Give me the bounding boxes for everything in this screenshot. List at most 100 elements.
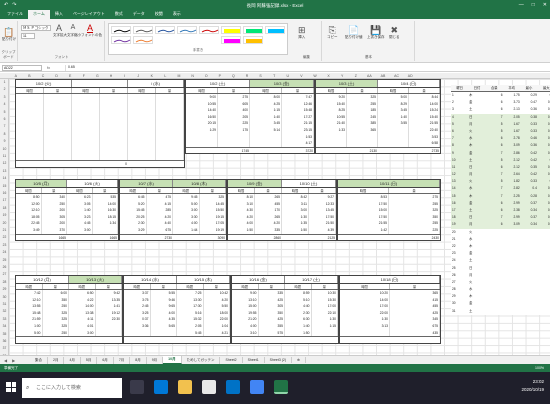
date-header[interactable]: 10/4 (日) bbox=[378, 80, 440, 87]
cell[interactable]: 8:29 bbox=[378, 100, 409, 108]
sub-header[interactable]: 時間 bbox=[16, 88, 44, 93]
total-cell[interactable] bbox=[16, 161, 44, 167]
summary-cell[interactable]: 2.86 bbox=[504, 150, 521, 157]
cell[interactable] bbox=[72, 120, 100, 127]
summary-cell[interactable]: 水 bbox=[469, 236, 486, 243]
cell[interactable]: 265 bbox=[255, 213, 282, 221]
sub-header[interactable]: 量 bbox=[200, 188, 226, 193]
cell[interactable]: 250 bbox=[43, 303, 69, 310]
cell[interactable]: 1:40 bbox=[250, 113, 282, 121]
zoom-level[interactable]: 100% bbox=[535, 366, 544, 370]
summary-cell[interactable]: 木 bbox=[469, 243, 486, 250]
cell[interactable] bbox=[128, 140, 156, 147]
cell[interactable]: 200 bbox=[42, 220, 67, 227]
total-cell[interactable] bbox=[120, 235, 147, 241]
column-header[interactable]: R bbox=[240, 74, 254, 78]
row-header[interactable]: 10 bbox=[0, 147, 9, 151]
summary-cell[interactable]: 水 bbox=[469, 286, 486, 293]
cell[interactable]: 12:10 bbox=[16, 207, 42, 214]
summary-cell[interactable]: 6 bbox=[451, 128, 469, 135]
summary-cell[interactable]: 土 bbox=[469, 157, 486, 164]
total-cell[interactable] bbox=[177, 337, 204, 343]
cell[interactable] bbox=[128, 94, 156, 101]
cell[interactable]: 13:35 bbox=[96, 296, 122, 304]
cell[interactable]: 6:23 bbox=[67, 194, 93, 201]
sub-header[interactable]: 時間 bbox=[120, 188, 147, 193]
cell[interactable] bbox=[16, 146, 44, 154]
summary-cell[interactable]: 木 bbox=[469, 142, 486, 149]
summary-cell[interactable]: 0.33 bbox=[521, 178, 538, 185]
cell[interactable]: 275 bbox=[218, 94, 250, 101]
cell[interactable]: 4:20 bbox=[204, 296, 230, 304]
summary-cell[interactable] bbox=[538, 243, 550, 250]
total-cell[interactable] bbox=[232, 337, 259, 343]
summary-cell[interactable]: 金 bbox=[469, 99, 486, 106]
summary-cell[interactable]: 0.44 bbox=[538, 193, 550, 200]
summary-cell[interactable]: 4 bbox=[451, 114, 469, 121]
sheet-tab[interactable]: 7月 bbox=[114, 356, 131, 364]
cell[interactable]: 1:35 bbox=[282, 220, 309, 227]
cell[interactable]: 350 bbox=[389, 213, 440, 221]
cell[interactable]: 21:59 bbox=[16, 316, 43, 323]
cell[interactable]: 1:30 bbox=[340, 316, 390, 323]
summary-cell[interactable]: 0.59 bbox=[538, 185, 550, 192]
sheet-tab[interactable]: 5月 bbox=[81, 356, 98, 364]
summary-cell[interactable]: 31 bbox=[451, 308, 469, 315]
sub-header[interactable]: 量 bbox=[100, 88, 128, 93]
cell[interactable] bbox=[96, 322, 122, 330]
cell[interactable] bbox=[128, 153, 156, 160]
cell[interactable]: 18:15 bbox=[93, 213, 118, 221]
cell[interactable]: 17:05 bbox=[200, 220, 226, 227]
cell[interactable] bbox=[124, 329, 151, 337]
cell[interactable]: 6:00 bbox=[43, 290, 69, 297]
date-header[interactable]: 10/16 (金) bbox=[232, 276, 285, 283]
summary-cell[interactable] bbox=[504, 300, 521, 307]
total-cell[interactable] bbox=[340, 337, 390, 343]
summary-cell[interactable] bbox=[521, 300, 538, 307]
cell[interactable] bbox=[44, 126, 72, 134]
column-header[interactable]: AB bbox=[376, 74, 390, 78]
total-cell[interactable] bbox=[124, 337, 151, 343]
add-sheet-button[interactable]: ⊕ bbox=[292, 357, 306, 363]
summary-cell[interactable]: 2.99 bbox=[504, 200, 521, 207]
cell[interactable]: 4:17 bbox=[282, 140, 314, 147]
summary-cell[interactable]: 13 bbox=[451, 178, 469, 185]
cell[interactable]: 23:15 bbox=[282, 126, 314, 134]
summary-cell[interactable]: 21 bbox=[451, 236, 469, 243]
summary-cell[interactable]: 26 bbox=[451, 272, 469, 279]
summary-cell[interactable]: 0.42 bbox=[521, 157, 538, 164]
pen-swatch[interactable] bbox=[155, 26, 175, 34]
cell[interactable]: 8:53 bbox=[338, 194, 389, 201]
summary-cell[interactable]: 0.65 bbox=[538, 142, 550, 149]
cell[interactable] bbox=[16, 120, 44, 127]
cell[interactable]: 4:25 bbox=[250, 100, 282, 108]
total-cell[interactable] bbox=[151, 337, 178, 343]
cell[interactable]: 17:27 bbox=[282, 113, 314, 121]
summary-cell[interactable] bbox=[538, 265, 550, 272]
summary-cell[interactable] bbox=[504, 293, 521, 300]
maximize-button[interactable]: □ bbox=[532, 2, 535, 8]
summary-cell[interactable] bbox=[504, 265, 521, 272]
summary-cell[interactable]: 6 bbox=[486, 142, 503, 149]
column-header[interactable]: AD bbox=[403, 74, 417, 78]
cell[interactable]: 4:40 bbox=[147, 220, 173, 227]
summary-cell[interactable]: 2.12 bbox=[504, 164, 521, 171]
summary-cell[interactable]: 12 bbox=[451, 171, 469, 178]
sub-header[interactable]: 時間 bbox=[228, 188, 255, 193]
cell[interactable] bbox=[156, 126, 184, 134]
row-header[interactable]: 9 bbox=[0, 139, 9, 143]
cell[interactable]: 4:45 bbox=[67, 220, 93, 227]
pen-swatch[interactable] bbox=[111, 36, 131, 44]
cell[interactable]: 21:40 bbox=[316, 120, 347, 127]
cell[interactable] bbox=[16, 107, 44, 114]
row-header[interactable]: 35 bbox=[0, 332, 9, 336]
cell[interactable]: 2:30 bbox=[285, 309, 312, 317]
total-cell[interactable] bbox=[96, 337, 123, 343]
cell[interactable]: 4:22 bbox=[69, 296, 96, 304]
cell[interactable] bbox=[100, 94, 128, 101]
summary-cell[interactable] bbox=[538, 308, 550, 315]
total-cell[interactable] bbox=[156, 161, 184, 167]
cell[interactable]: 4:20 bbox=[255, 220, 282, 227]
row-header[interactable]: 32 bbox=[0, 309, 9, 313]
sub-header[interactable]: 量 bbox=[43, 284, 69, 289]
